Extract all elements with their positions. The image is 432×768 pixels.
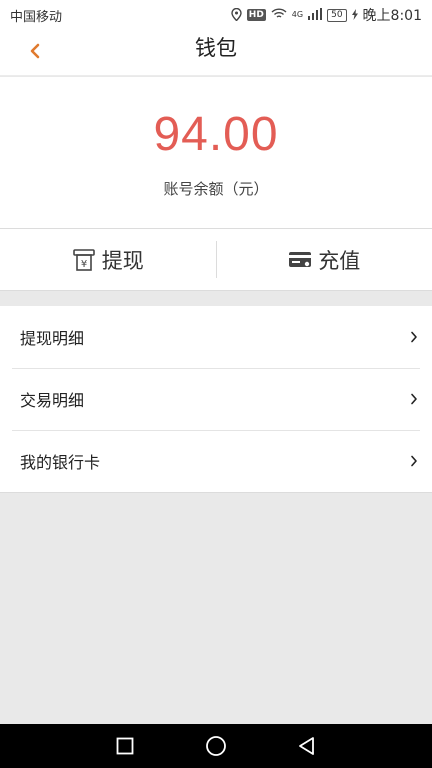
wifi-icon [271, 8, 287, 22]
menu-item-label: 我的银行卡 [20, 453, 101, 472]
circle-icon [206, 736, 226, 756]
chevron-right-icon [411, 331, 417, 343]
withdraw-icon: ¥ [72, 248, 95, 271]
back-nav-button[interactable] [287, 726, 327, 766]
chevron-right-icon [411, 393, 417, 405]
battery-level: 50 [327, 8, 347, 22]
back-button[interactable] [20, 35, 50, 67]
menu-item-transaction-details[interactable]: 交易明细 [0, 368, 432, 430]
app-header: 钱包 [0, 30, 432, 76]
card-icon [289, 251, 312, 267]
network-type: 4G [291, 10, 304, 19]
charging-icon [351, 8, 358, 22]
menu-bottom-border [0, 492, 432, 493]
chevron-right-icon [411, 455, 417, 467]
carrier-name: 中国移动 [10, 9, 63, 25]
wallet-menu: 提现明细 交易明细 我的银行卡 [0, 306, 432, 492]
location-icon [231, 7, 242, 23]
recent-apps-button[interactable] [105, 726, 145, 766]
balance-label: 账号余额（元） [163, 180, 269, 198]
home-button[interactable] [196, 726, 236, 766]
page-title: 钱包 [195, 36, 237, 60]
recharge-label: 充值 [318, 248, 361, 273]
chevron-left-icon [30, 43, 40, 59]
hd-badge: HD [246, 9, 266, 21]
withdraw-button[interactable]: ¥ 提现 [0, 229, 216, 290]
square-icon [116, 737, 134, 755]
withdraw-label: 提现 [101, 248, 144, 273]
menu-item-label: 交易明细 [20, 391, 85, 410]
system-nav-bar [0, 724, 432, 768]
menu-item-bank-cards[interactable]: 我的银行卡 [0, 430, 432, 492]
triangle-back-icon [298, 737, 314, 755]
svg-text:¥: ¥ [81, 259, 87, 270]
menu-item-withdraw-details[interactable]: 提现明细 [0, 306, 432, 368]
signal-icon [308, 8, 323, 22]
balance-card: 94.00 账号余额（元） [0, 77, 432, 229]
clock: 晚上8:01 [362, 8, 422, 24]
recharge-button[interactable]: 充值 [217, 229, 432, 290]
menu-item-label: 提现明细 [20, 329, 85, 348]
wallet-actions: ¥ 提现 充值 [0, 229, 432, 291]
balance-amount: 94.00 [153, 108, 279, 161]
status-bar: 中国移动 HD 4G 50 晚上8:01 [0, 0, 432, 30]
status-icons: HD 4G 50 晚上8:01 [231, 5, 422, 25]
